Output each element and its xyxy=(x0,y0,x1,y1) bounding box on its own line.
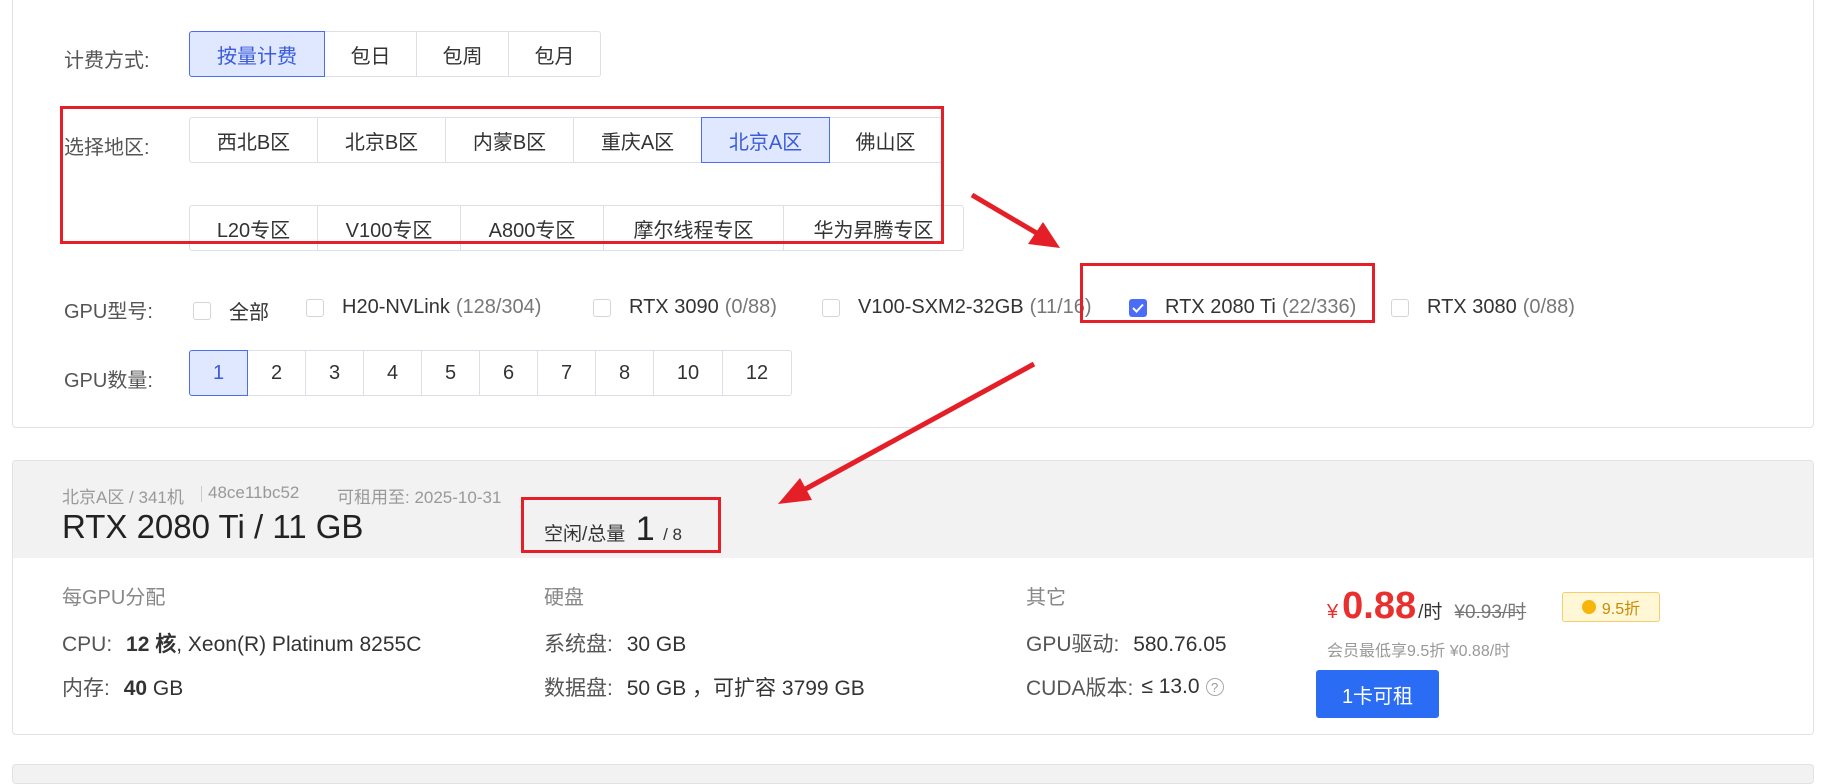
arrow-line-to-idle xyxy=(798,361,1036,495)
billing-option-pay-as-you-go[interactable]: 按量计费 xyxy=(189,31,325,77)
arrow-head-to-idle xyxy=(778,478,812,504)
arrow-head-to-gpu xyxy=(1028,222,1060,248)
gpu-count-option-selected[interactable]: 1 xyxy=(189,350,248,396)
annotation-arrows xyxy=(778,192,1060,504)
arrow-line-to-gpu xyxy=(970,192,1042,238)
region-option-selected[interactable]: 北京A区 xyxy=(701,117,830,163)
